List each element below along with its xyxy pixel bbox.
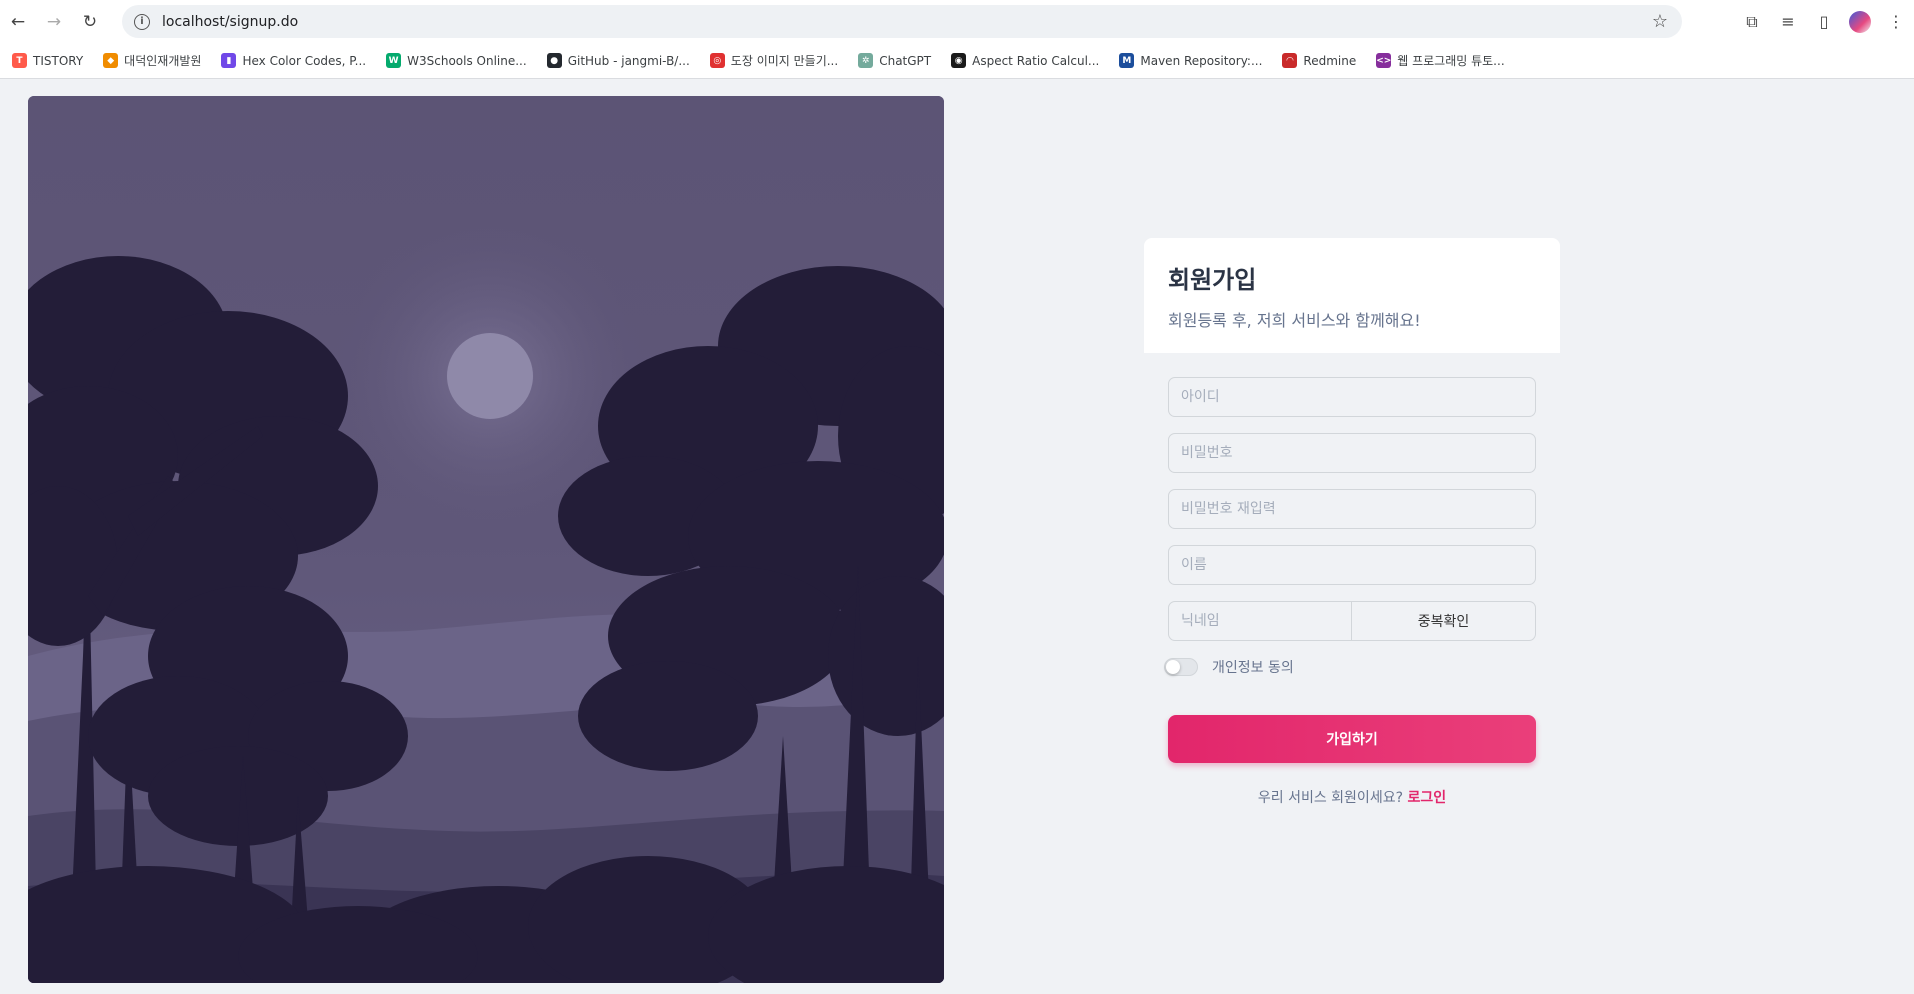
menu-icon[interactable]: ⋮ — [1878, 4, 1914, 40]
bookmark-item[interactable]: ▮ Hex Color Codes, P... — [221, 53, 366, 68]
address-bar[interactable]: i localhost/signup.do ☆ — [122, 5, 1682, 38]
login-prompt-text: 우리 서비스 회원이세요? — [1257, 790, 1404, 806]
avatar[interactable] — [1849, 10, 1871, 33]
bookmark-label: 대덕인재개발원 — [124, 54, 202, 68]
duplicate-check-button[interactable]: 중복확인 — [1352, 601, 1536, 641]
bookmark-favicon-icon: <> — [1376, 53, 1391, 68]
bookmark-item[interactable]: ◠ Redmine — [1282, 53, 1356, 68]
bookmark-favicon-icon: ● — [546, 53, 562, 68]
side-panel-icon[interactable]: ▯ — [1806, 4, 1842, 40]
bookmark-item[interactable]: ✲ ChatGPT — [858, 53, 931, 68]
bookmark-favicon-icon: ◆ — [103, 53, 119, 68]
bookmark-star-icon[interactable]: ☆ — [1652, 11, 1668, 32]
bookmark-label: Aspect Ratio Calcul... — [972, 53, 1100, 68]
bookmark-item[interactable]: ◉ Aspect Ratio Calcul... — [951, 53, 1099, 68]
media-controls-icon[interactable]: ≡ — [1770, 4, 1806, 40]
extensions-icon[interactable]: ⧉ — [1734, 4, 1770, 40]
night-forest-illustration — [28, 96, 944, 983]
site-info-icon[interactable]: i — [134, 13, 150, 30]
bookmarks-bar: T TISTORY ◆ 대덕인재개발원 ▮ Hex Color Codes, P... W W… — [0, 43, 1914, 79]
nickname-input[interactable] — [1181, 613, 1351, 629]
password-confirm-field[interactable] — [1168, 489, 1536, 529]
bookmark-label: GitHub - jangmi-B/... — [567, 53, 690, 68]
bookmark-item[interactable]: ● GitHub - jangmi-B/... — [546, 53, 690, 68]
bookmark-favicon-icon: ▮ — [221, 53, 237, 68]
nickname-row: 중복확인 — [1168, 601, 1536, 641]
bookmark-item[interactable]: M Maven Repository:... — [1119, 53, 1262, 68]
bookmark-favicon-icon: ◠ — [1282, 53, 1298, 68]
bookmark-favicon-icon: W — [386, 53, 402, 68]
bookmark-favicon-icon: M — [1119, 53, 1135, 68]
back-arrow-icon[interactable]: ← — [0, 4, 36, 40]
password-field[interactable] — [1168, 433, 1536, 473]
bookmark-label: Redmine — [1303, 53, 1357, 68]
privacy-consent-toggle[interactable] — [1164, 658, 1198, 676]
toggle-knob — [1166, 660, 1180, 674]
bookmark-item[interactable]: W W3Schools Online... — [386, 53, 527, 68]
page-title: 회원가입 — [1168, 266, 1257, 294]
forward-arrow-icon[interactable]: → — [36, 4, 72, 40]
bookmark-label: Maven Repository:... — [1140, 53, 1263, 68]
hero-image — [28, 96, 944, 983]
id-input[interactable] — [1181, 389, 1535, 405]
bookmark-favicon-icon: ◉ — [951, 53, 967, 68]
bookmark-label: Hex Color Codes, P... — [242, 53, 367, 68]
url-text[interactable]: localhost/signup.do — [162, 14, 298, 30]
signup-card-header: 회원가입 회원등록 후, 저희 서비스와 함께해요! — [1144, 238, 1560, 353]
login-prompt: 우리 서비스 회원이세요? 로그인 — [1168, 787, 1536, 807]
bookmark-item[interactable]: <> 웹 프로그래밍 튜토... — [1376, 52, 1505, 69]
password-input[interactable] — [1181, 445, 1535, 461]
nickname-field[interactable] — [1168, 601, 1352, 641]
privacy-consent-row: 개인정보 동의 — [1164, 657, 1536, 677]
bookmark-favicon-icon: ✲ — [858, 53, 874, 68]
bookmark-item[interactable]: ◆ 대덕인재개발원 — [103, 52, 201, 69]
page-subtitle: 회원등록 후, 저희 서비스와 함께해요! — [1168, 311, 1421, 330]
name-input[interactable] — [1181, 557, 1535, 573]
privacy-consent-label[interactable]: 개인정보 동의 — [1212, 657, 1294, 677]
browser-toolbar: ← → ↻ i localhost/signup.do ☆ ⧉ ≡ ▯ ⋮ — [0, 0, 1914, 43]
moon-icon — [447, 333, 533, 419]
bookmark-label: 도장 이미지 만들기... — [730, 54, 839, 68]
password-confirm-input[interactable] — [1181, 501, 1535, 517]
bookmark-label: ChatGPT — [879, 53, 932, 68]
login-link[interactable]: 로그인 — [1407, 790, 1446, 806]
id-field[interactable] — [1168, 377, 1536, 417]
bookmark-label: W3Schools Online... — [407, 53, 527, 68]
bookmark-item[interactable]: T TISTORY — [12, 53, 83, 68]
reload-icon[interactable]: ↻ — [72, 4, 108, 40]
bookmark-label: 웹 프로그래밍 튜토... — [1397, 54, 1505, 68]
signup-submit-button[interactable]: 가입하기 — [1168, 715, 1536, 763]
bookmark-favicon-icon: ◎ — [709, 53, 725, 68]
signup-form: 중복확인 개인정보 동의 가입하기 우리 서비스 회원이세요? 로그인 — [1164, 377, 1536, 807]
toolbar-right: ⧉ ≡ ▯ ⋮ — [1734, 0, 1914, 43]
bookmark-favicon-icon: T — [12, 53, 27, 68]
profile-icon[interactable] — [1842, 4, 1878, 40]
bookmark-label: TISTORY — [33, 53, 84, 68]
bookmark-item[interactable]: ◎ 도장 이미지 만들기... — [709, 52, 839, 69]
name-field[interactable] — [1168, 545, 1536, 585]
